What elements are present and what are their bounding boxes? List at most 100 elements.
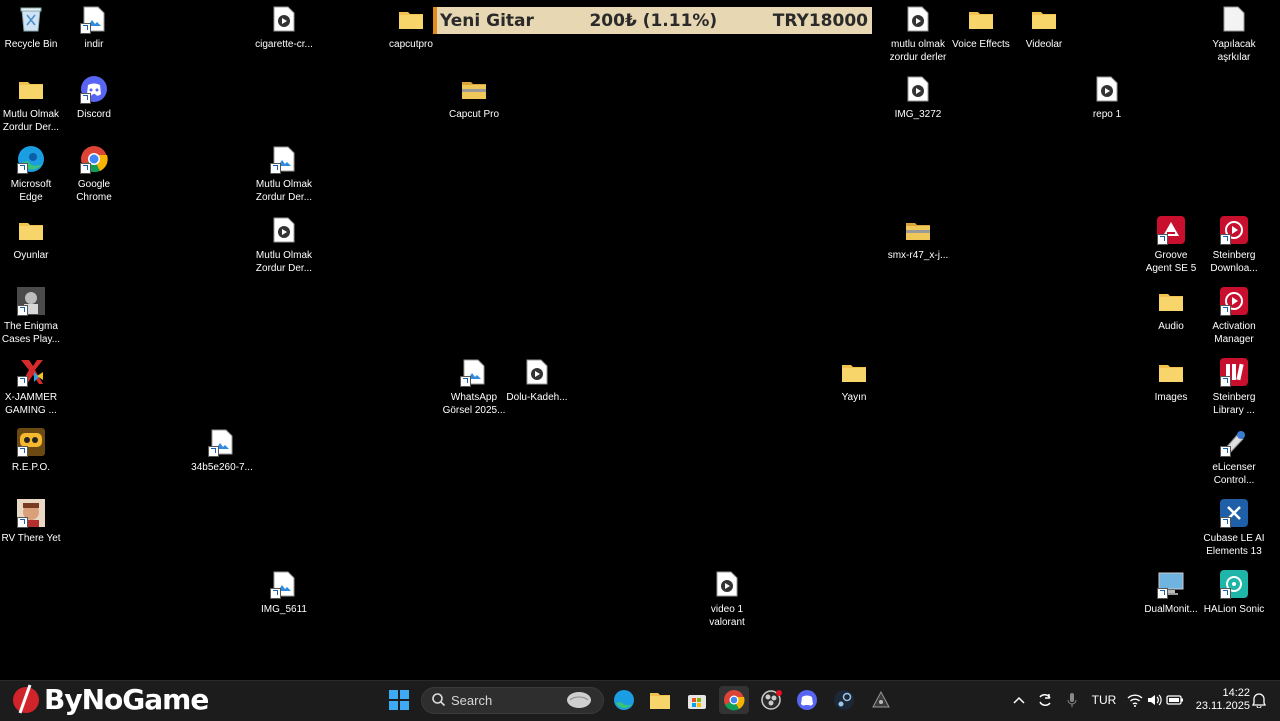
desktop-icon-audio[interactable]: Audio xyxy=(1136,287,1206,333)
clock[interactable]: 14:22 23.11.2025 xyxy=(1190,687,1250,713)
image-file-icon xyxy=(78,5,110,34)
taskbar-chrome[interactable] xyxy=(719,686,749,714)
discord-icon xyxy=(78,75,110,104)
desktop-icon-recycle-bin[interactable]: Recycle Bin xyxy=(0,5,66,51)
notification-icon[interactable] xyxy=(1251,690,1267,710)
desktop-icon-yayin[interactable]: Yayın xyxy=(819,358,889,404)
groove-agent-icon xyxy=(1155,216,1187,245)
desktop-icon-yapilacak[interactable]: Yapılacak aşrkılar xyxy=(1199,5,1269,64)
image-file-icon xyxy=(458,358,490,387)
search-icon xyxy=(432,692,446,709)
desktop-icon-rv-there-yet[interactable]: RV There Yet xyxy=(0,499,66,545)
clock-time: 14:22 xyxy=(1222,687,1250,699)
taskbar-obs[interactable] xyxy=(756,686,786,714)
desktop-icon-enigma-cases[interactable]: The Enigma Cases Play... xyxy=(0,287,66,346)
desktop-icon-repo-game[interactable]: R.E.P.O. xyxy=(0,428,66,474)
desktop-icon-oyunlar[interactable]: Oyunlar xyxy=(0,216,66,262)
edge-icon xyxy=(15,145,47,174)
x-jammer-icon xyxy=(15,358,47,387)
folder-icon xyxy=(1028,5,1060,33)
desktop-icon-repo-1[interactable]: repo 1 xyxy=(1072,75,1142,121)
microphone-icon[interactable] xyxy=(1063,690,1081,710)
desktop-icon-img-5611[interactable]: IMG_5611 xyxy=(249,570,319,616)
video-file-icon xyxy=(268,5,300,33)
image-file-icon xyxy=(268,145,300,174)
desktop-icon-steinberg-library[interactable]: Steinberg Library ... xyxy=(1199,358,1269,417)
game-app-icon xyxy=(872,690,890,708)
folder-icon xyxy=(1155,358,1187,386)
video-file-icon xyxy=(1091,75,1123,103)
desktop-icon-dualmonitor[interactable]: DualMonit... xyxy=(1136,570,1206,616)
rv-game-icon xyxy=(15,499,47,528)
zip-folder-icon xyxy=(458,75,490,103)
desktop-icon-img-3272[interactable]: IMG_3272 xyxy=(883,75,953,121)
desktop-icon-indir[interactable]: indir xyxy=(59,5,129,51)
steinberg-download-icon xyxy=(1218,216,1250,245)
taskbar-game-app[interactable] xyxy=(866,686,896,714)
halion-icon xyxy=(1218,570,1250,599)
desktop-icon-capcutpro[interactable]: capcutpro xyxy=(376,5,446,51)
video-file-icon xyxy=(711,570,743,598)
desktop-icon-mutlu-olmak-video[interactable]: Mutlu Olmak Zordur Der... xyxy=(249,216,319,275)
sync-icon[interactable] xyxy=(1035,690,1055,710)
video-file-icon xyxy=(902,5,934,33)
desktop-icon-images[interactable]: Images xyxy=(1136,358,1206,404)
desktop-icon-microsoft-edge[interactable]: Microsoft Edge xyxy=(0,145,66,204)
taskbar-steam[interactable] xyxy=(829,686,859,714)
video-file-icon xyxy=(521,358,553,386)
volume-icon[interactable] xyxy=(1146,690,1164,710)
search-highlight-icon xyxy=(565,689,593,712)
desktop-icon-google-chrome[interactable]: Google Chrome xyxy=(59,145,129,204)
taskbar-edge[interactable] xyxy=(609,686,639,714)
image-file-icon xyxy=(206,428,238,457)
desktop-icon-whatsapp-image[interactable]: WhatsApp Görsel 2025... xyxy=(439,358,509,417)
steam-icon xyxy=(834,690,854,710)
desktop-icon-cigarette[interactable]: cigarette-cr... xyxy=(249,5,319,51)
bynogame-logo-icon xyxy=(13,684,39,714)
folder-icon xyxy=(15,216,47,244)
edge-icon xyxy=(614,690,634,710)
desktop-icon-activation-manager[interactable]: Activation Manager xyxy=(1199,287,1269,346)
chrome-icon xyxy=(78,145,110,174)
desktop-icon-voice-effects[interactable]: Voice Effects xyxy=(946,5,1016,51)
taskbar-file-explorer[interactable] xyxy=(645,686,675,714)
desktop-icon-mutlu-olmak-zordur-derler[interactable]: mutlu olmak zordur derler xyxy=(883,5,953,64)
desktop-icon-mutlu-olmak-image[interactable]: Mutlu Olmak Zordur Der... xyxy=(249,145,319,204)
desktop-icon-cubase[interactable]: Cubase LE AI Elements 13 xyxy=(1199,499,1269,558)
search-placeholder: Search xyxy=(451,693,493,708)
obs-icon xyxy=(761,690,782,710)
cubase-icon xyxy=(1218,499,1250,528)
desktop-icon-mutlu-olmak-folder[interactable]: Mutlu Olmak Zordur Der... xyxy=(0,75,66,134)
store-icon xyxy=(688,695,706,709)
desktop-icon-halion-sonic[interactable]: HALion Sonic xyxy=(1199,570,1269,616)
monitor-icon xyxy=(1155,570,1187,599)
show-hidden-icons-chevron-icon[interactable] xyxy=(1010,690,1028,710)
taskbar-store[interactable] xyxy=(682,686,712,714)
goal-target: TRY18000 xyxy=(772,10,868,31)
bynogame-logo: ByNoGame xyxy=(10,682,209,716)
desktop-icon-dolu-kadeh[interactable]: Dolu-Kadeh... xyxy=(502,358,572,404)
elicenser-icon xyxy=(1218,428,1250,457)
desktop-icon-34b5e260[interactable]: 34b5e260-7... xyxy=(187,428,257,474)
desktop-icon-elicenser[interactable]: eLicenser Control... xyxy=(1199,428,1269,487)
desktop-icon-steinberg-download[interactable]: Steinberg Downloa... xyxy=(1199,216,1269,275)
battery-icon[interactable] xyxy=(1166,690,1184,710)
folder-icon xyxy=(838,358,870,386)
desktop-icon-groove-agent[interactable]: Groove Agent SE 5 xyxy=(1136,216,1206,275)
windows-icon xyxy=(389,690,409,710)
taskbar-search[interactable]: Search xyxy=(421,687,604,714)
steinberg-library-icon xyxy=(1218,358,1250,387)
chrome-icon xyxy=(724,690,745,711)
taskbar-discord[interactable] xyxy=(792,686,822,714)
folder-icon xyxy=(965,5,997,33)
wifi-icon[interactable] xyxy=(1126,690,1144,710)
start-button[interactable] xyxy=(384,686,414,714)
desktop-icon-video-1-valorant[interactable]: video 1 valorant xyxy=(692,570,762,629)
language-indicator[interactable]: TUR xyxy=(1090,690,1118,710)
discord-icon xyxy=(797,690,817,710)
desktop-icon-x-jammer[interactable]: X-JAMMER GAMING ... xyxy=(0,358,66,417)
desktop-icon-smx-zip[interactable]: smx-r47_x-j... xyxy=(883,216,953,262)
desktop-icon-capcut-pro-zip[interactable]: Capcut Pro xyxy=(439,75,509,121)
desktop-icon-discord[interactable]: Discord xyxy=(59,75,129,121)
desktop-icon-videolar[interactable]: Videolar xyxy=(1009,5,1079,51)
